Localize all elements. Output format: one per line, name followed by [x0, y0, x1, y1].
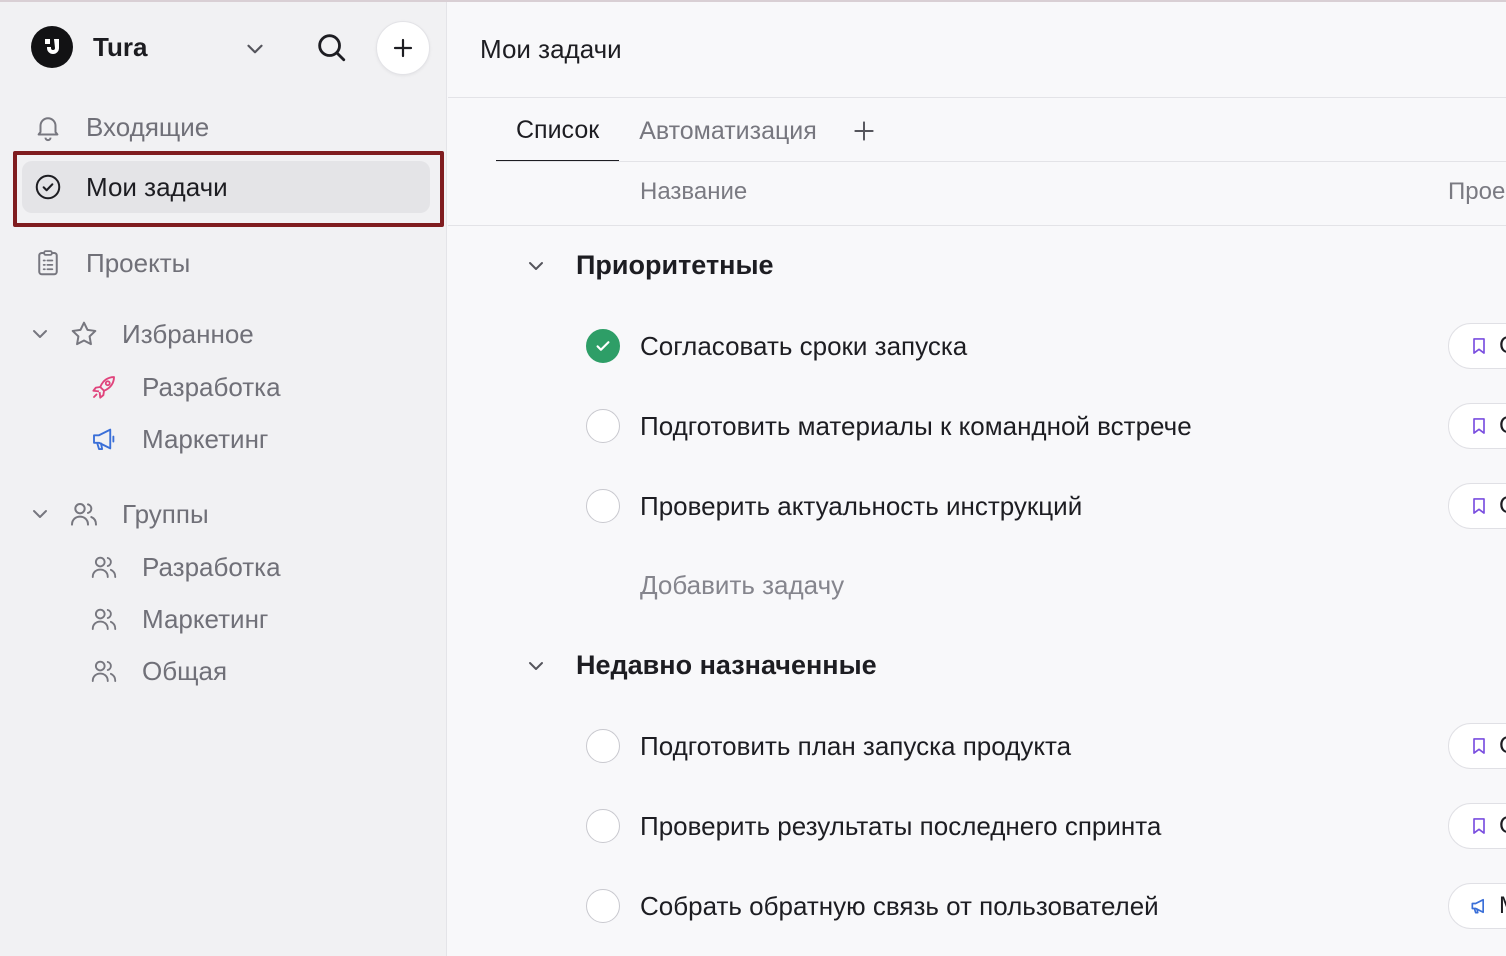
- users-icon: [88, 551, 120, 583]
- project-label: С: [1499, 812, 1506, 840]
- workspace-switcher[interactable]: Tura: [31, 26, 147, 68]
- bookmark-icon: [1473, 738, 1485, 754]
- sidebar-item-label: Общая: [142, 655, 228, 686]
- add-task-button[interactable]: Добавить задачу: [640, 570, 844, 601]
- sidebar: Tura Входящие Мои задачи Проекты Избранн…: [0, 2, 447, 956]
- sidebar-item-group-marketing[interactable]: Маркетинг: [88, 593, 268, 645]
- task-name[interactable]: Подготовить план запуска продукта: [640, 731, 1071, 762]
- task-name[interactable]: Подготовить материалы к командной встреч…: [640, 411, 1192, 442]
- check-circle-icon: [32, 171, 64, 203]
- task-project-pill[interactable]: С: [1448, 723, 1506, 769]
- page-title: Мои задачи: [480, 34, 622, 64]
- project-label: С: [1499, 492, 1506, 520]
- task-row[interactable]: Проверить актуальность инструкций: [586, 486, 1082, 526]
- sidebar-item-label: Разработка: [142, 551, 281, 582]
- star-icon: [68, 318, 100, 350]
- bookmark-icon: [1473, 418, 1485, 434]
- chevron-down-icon[interactable]: [28, 322, 52, 346]
- sidebar-item-label: Мои задачи: [86, 171, 228, 202]
- task-complete-checkbox[interactable]: [586, 729, 620, 763]
- task-complete-checkbox[interactable]: [586, 809, 620, 843]
- task-name[interactable]: Проверить актуальность инструкций: [640, 491, 1082, 522]
- sidebar-item-label: Маркетинг: [142, 603, 269, 634]
- sidebar-item-favorite-development[interactable]: Разработка: [88, 361, 281, 413]
- column-header-project[interactable]: Прое: [1448, 178, 1505, 206]
- sidebar-item-group-development[interactable]: Разработка: [88, 541, 281, 593]
- project-label: С: [1499, 412, 1506, 440]
- users-icon: [88, 603, 120, 635]
- task-complete-checkbox[interactable]: [586, 489, 620, 523]
- task-row[interactable]: Согласовать сроки запуска: [586, 326, 967, 366]
- bell-icon: [32, 111, 64, 143]
- plus-icon: [393, 38, 413, 58]
- project-label: С: [1499, 332, 1506, 360]
- column-header-name[interactable]: Название: [640, 178, 747, 206]
- header-divider: [448, 97, 1506, 98]
- task-name[interactable]: Собрать обратную связь от пользователей: [640, 891, 1159, 922]
- create-button[interactable]: [376, 21, 430, 75]
- sidebar-item-label: Входящие: [86, 111, 210, 142]
- chevron-down-icon[interactable]: [242, 36, 268, 62]
- users-icon: [68, 498, 100, 530]
- task-project-pill[interactable]: С: [1448, 803, 1506, 849]
- tab-automation[interactable]: Автоматизация: [619, 100, 837, 162]
- project-label: М: [1499, 892, 1506, 920]
- bookmark-icon: [1473, 338, 1485, 354]
- task-project-pill[interactable]: С: [1448, 483, 1506, 529]
- task-complete-checkbox[interactable]: [586, 409, 620, 443]
- chevron-down-icon[interactable]: [524, 254, 548, 278]
- sidebar-item-label: Разработка: [142, 371, 281, 402]
- workspace-logo-icon: [31, 26, 73, 68]
- checkmark-icon: [596, 341, 610, 351]
- sidebar-section-favorites[interactable]: Избранное: [28, 308, 254, 360]
- bookmark-icon: [1473, 818, 1485, 834]
- view-tabs: Список Автоматизация: [496, 100, 877, 162]
- clipboard-icon: [32, 247, 64, 279]
- task-complete-checkbox[interactable]: [586, 889, 620, 923]
- task-complete-checkbox[interactable]: [586, 329, 620, 363]
- search-icon[interactable]: [314, 30, 348, 64]
- tab-list[interactable]: Список: [496, 100, 620, 162]
- bookmark-icon: [1473, 498, 1485, 514]
- task-name[interactable]: Согласовать сроки запуска: [640, 331, 967, 362]
- task-row[interactable]: Подготовить план запуска продукта: [586, 726, 1071, 766]
- tabs-divider: [496, 161, 1506, 162]
- megaphone-icon: [88, 423, 120, 455]
- sidebar-section-groups[interactable]: Группы: [28, 488, 209, 540]
- sidebar-item-favorite-marketing[interactable]: Маркетинг: [88, 413, 268, 465]
- add-tab-plus-icon[interactable]: [851, 118, 877, 144]
- group-title-recently-assigned[interactable]: Недавно назначенные: [576, 650, 877, 681]
- sidebar-item-label: Маркетинг: [142, 423, 269, 454]
- rocket-icon: [88, 371, 120, 403]
- workspace-name: Tura: [93, 31, 148, 62]
- sidebar-section-label: Избранное: [122, 318, 254, 349]
- task-row[interactable]: Подготовить материалы к командной встреч…: [586, 406, 1192, 446]
- megaphone-icon: [1471, 898, 1484, 914]
- chevron-down-icon[interactable]: [524, 654, 548, 678]
- sidebar-item-label: Проекты: [86, 247, 191, 278]
- chevron-down-icon[interactable]: [28, 502, 52, 526]
- task-row[interactable]: Проверить результаты последнего спринта: [586, 806, 1161, 846]
- main-content: Мои задачи Список Автоматизация Название…: [448, 2, 1506, 956]
- columns-divider: [448, 225, 1506, 226]
- task-project-pill[interactable]: М: [1448, 883, 1506, 929]
- users-icon: [88, 655, 120, 687]
- sidebar-section-label: Группы: [122, 498, 209, 529]
- task-project-pill[interactable]: С: [1448, 403, 1506, 449]
- task-name[interactable]: Проверить результаты последнего спринта: [640, 811, 1161, 842]
- project-label: С: [1499, 732, 1506, 760]
- sidebar-item-inbox[interactable]: Входящие: [32, 101, 209, 153]
- sidebar-item-my-tasks[interactable]: Мои задачи: [22, 161, 430, 213]
- sidebar-item-group-general[interactable]: Общая: [88, 645, 227, 697]
- task-project-pill[interactable]: С: [1448, 323, 1506, 369]
- group-title-priority[interactable]: Приоритетные: [576, 250, 774, 281]
- task-row[interactable]: Собрать обратную связь от пользователей: [586, 886, 1159, 926]
- sidebar-item-projects[interactable]: Проекты: [32, 237, 190, 289]
